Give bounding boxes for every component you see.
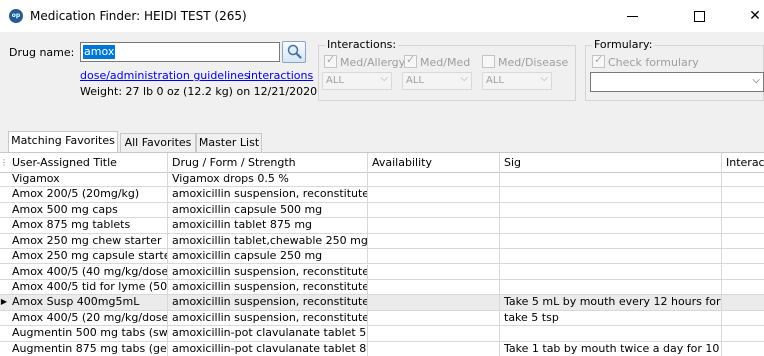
medication-grid: ⋮ User-Assigned Title Drug / Form / Stre…: [0, 152, 764, 356]
drug-name-value: amox: [83, 45, 116, 59]
table-row[interactable]: Amox 400/5 (40 mg/kg/dose) amoxicillin s…: [0, 264, 764, 280]
column-header-title[interactable]: User-Assigned Title: [8, 153, 168, 172]
checkbox-icon: [404, 53, 417, 68]
check-formulary-checkbox[interactable]: Check formulary: [592, 53, 699, 69]
formulary-title: Formulary:: [592, 38, 655, 51]
grid-header: ⋮ User-Assigned Title Drug / Form / Stre…: [0, 153, 764, 173]
med-med-select[interactable]: ALL ⌵: [402, 72, 472, 90]
chevron-down-icon: ⌵: [752, 75, 760, 86]
column-header-interact[interactable]: Interact: [722, 153, 764, 172]
minimize-button[interactable]: [610, 0, 656, 32]
medication-finder-window: op Medication Finder: HEIDI TEST (265) ✕…: [0, 0, 764, 356]
med-med-checkbox[interactable]: Med/Med: [404, 53, 470, 69]
table-row[interactable]: Augmentin 500 mg tabs (swa amoxicillin-p…: [0, 326, 764, 342]
med-disease-select[interactable]: ALL ⌵: [482, 72, 552, 90]
table-row-selected[interactable]: ▶ Amox Susp 400mg5mL amoxicillin suspens…: [0, 295, 764, 311]
checkbox-icon: [324, 53, 337, 68]
table-row[interactable]: Amox 500 mg caps amoxicillin capsule 500…: [0, 202, 764, 219]
search-button[interactable]: [282, 41, 306, 63]
column-header-sig[interactable]: Sig: [500, 153, 722, 172]
interactions-title: Interactions:: [325, 38, 399, 51]
chevron-down-icon: ⌵: [540, 73, 548, 84]
close-icon: ✕: [749, 8, 761, 24]
table-row[interactable]: Amox 200/5 (20mg/kg) amoxicillin suspens…: [0, 187, 764, 203]
table-row[interactable]: Amox 400/5 (20 mg/kg/dose) amoxicillin s…: [0, 310, 764, 327]
weight-text: Weight: 27 lb 0 oz (12.2 kg) on 12/21/20…: [80, 85, 318, 98]
chevron-down-icon: ⌵: [460, 73, 468, 84]
table-row[interactable]: Augmentin 875 mg tabs (ger amoxicillin-p…: [0, 341, 764, 356]
column-chooser-icon[interactable]: ⋮: [0, 153, 8, 172]
tab-matching-favorites[interactable]: Matching Favorites: [8, 131, 118, 153]
maximize-button[interactable]: [677, 0, 723, 32]
search-icon: [287, 44, 302, 59]
drug-name-label: Drug name:: [9, 46, 75, 59]
tab-all-favorites[interactable]: All Favorites: [120, 133, 196, 152]
drug-name-input[interactable]: amox: [80, 42, 280, 62]
med-allergy-select[interactable]: ALL ⌵: [322, 72, 392, 90]
close-button[interactable]: ✕: [732, 0, 764, 32]
maximize-icon: [694, 11, 705, 22]
checkbox-icon: [482, 55, 495, 68]
window-title: Medication Finder: HEIDI TEST (265): [30, 9, 247, 23]
dose-guidelines-link[interactable]: dose/administration guidelines: [80, 69, 250, 82]
table-row[interactable]: Amox 400/5 tid for lyme (50/k amoxicilli…: [0, 279, 764, 296]
app-icon: op: [9, 9, 23, 23]
interactions-link[interactable]: interactions: [248, 69, 313, 82]
title-bar: op Medication Finder: HEIDI TEST (265) ✕: [0, 0, 764, 32]
table-row[interactable]: Vigamox Vigamox drops 0.5 %: [0, 172, 764, 188]
minimize-icon: [627, 16, 638, 17]
tab-master-list[interactable]: Master List: [196, 133, 262, 152]
chevron-down-icon: ⌵: [380, 73, 388, 84]
med-disease-checkbox[interactable]: Med/Disease: [482, 55, 568, 69]
current-row-indicator-icon: ▶: [0, 297, 8, 307]
formulary-select[interactable]: ⌵: [590, 72, 764, 92]
table-row[interactable]: Amox 250 mg capsule starter amoxicillin …: [0, 249, 764, 265]
column-header-availability[interactable]: Availability: [368, 153, 500, 172]
med-allergy-checkbox[interactable]: Med/Allergy: [324, 53, 405, 69]
column-header-drug[interactable]: Drug / Form / Strength: [168, 153, 368, 172]
checkbox-icon: [592, 53, 605, 68]
table-row[interactable]: Amox 875 mg tablets amoxicillin tablet 8…: [0, 218, 764, 234]
table-row[interactable]: Amox 250 mg chew starter amoxicillin tab…: [0, 233, 764, 250]
